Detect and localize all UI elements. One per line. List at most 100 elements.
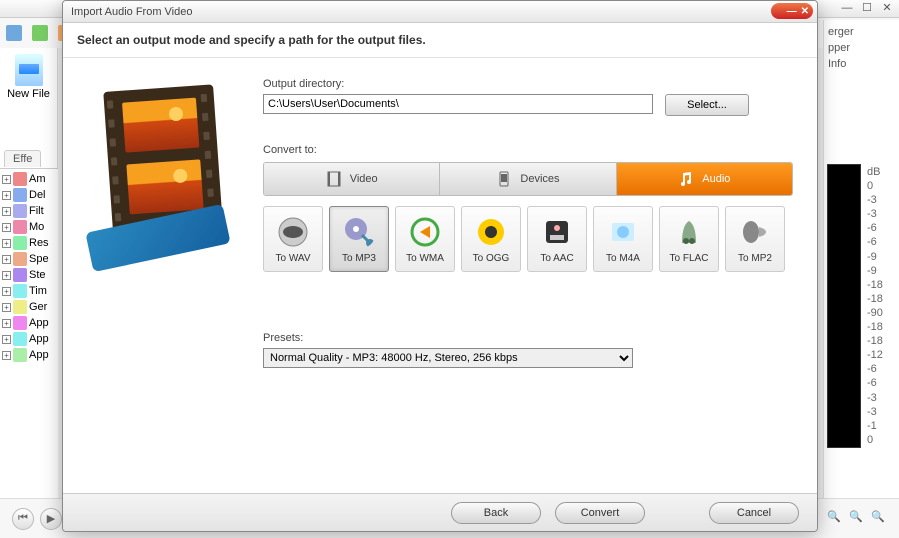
tree-item-icon — [13, 220, 27, 234]
tree-item-icon — [13, 268, 27, 282]
right-panel-label: Info — [828, 56, 895, 72]
tree-item[interactable]: +App — [2, 315, 56, 331]
tree-item[interactable]: +Tim — [2, 283, 56, 299]
convert-to-label: Convert to: — [263, 144, 793, 156]
toolbar-icon[interactable] — [6, 25, 22, 41]
minimize-icon: — — [787, 6, 797, 17]
convert-button[interactable]: Convert — [555, 502, 645, 524]
tree-expand-icon[interactable]: + — [2, 319, 11, 328]
format-to-m4a[interactable]: To M4A — [593, 206, 653, 272]
tree-item[interactable]: + Ger — [2, 299, 56, 315]
tree-expand-icon[interactable]: + — [2, 255, 11, 264]
format-icon — [738, 215, 772, 249]
tree-item-icon — [13, 316, 27, 330]
format-to-flac[interactable]: To FLAC — [659, 206, 719, 272]
level-meter — [827, 164, 861, 448]
tree-item[interactable]: + Am — [2, 171, 56, 187]
dialog-title: Import Audio From Video — [71, 6, 192, 18]
tree-expand-icon[interactable]: + — [2, 175, 11, 184]
format-icon — [408, 215, 442, 249]
tab-audio[interactable]: Audio — [617, 163, 792, 195]
dialog-titlebar: Import Audio From Video — ✕ — [63, 1, 817, 23]
tree-item[interactable]: +Ste — [2, 267, 56, 283]
format-to-wma[interactable]: To WMA — [395, 206, 455, 272]
effects-tab[interactable]: Effe — [4, 150, 41, 167]
zoom-fit-icon[interactable]: 🔍 — [869, 510, 887, 528]
tree-item-icon — [13, 284, 27, 298]
tree-item-label: Ger — [29, 301, 47, 313]
format-icon — [342, 215, 376, 249]
import-audio-dialog: Import Audio From Video — ✕ Select an ou… — [62, 0, 818, 532]
parent-close-icon[interactable]: ✕ — [881, 2, 893, 14]
tree-item-label: Mo — [29, 221, 44, 233]
tree-item-label: App — [29, 333, 49, 345]
new-file-label: New File — [0, 88, 57, 100]
close-icon: ✕ — [801, 6, 809, 17]
prev-button[interactable]: ⏮ — [12, 508, 34, 530]
format-icon — [540, 215, 574, 249]
meter-scale: dB0-3-3-6-6-9-9-18-18-90-18-18-12-6-6-3-… — [863, 164, 893, 448]
parent-min-icon[interactable]: — — [841, 2, 853, 14]
tree-item-label: Res — [29, 237, 49, 249]
format-icon — [276, 215, 310, 249]
cancel-button[interactable]: Cancel — [709, 502, 799, 524]
parent-max-icon[interactable]: ☐ — [861, 2, 873, 14]
tree-item-label: Del — [29, 189, 46, 201]
right-panel-label: pper — [828, 40, 895, 56]
select-dir-button[interactable]: Select... — [665, 94, 749, 116]
tree-expand-icon[interactable]: + — [2, 287, 11, 296]
format-label: To OGG — [473, 253, 510, 264]
tree-expand-icon[interactable]: + — [2, 271, 11, 280]
tree-expand-icon[interactable]: + — [2, 223, 11, 232]
format-to-mp3[interactable]: To MP3 — [329, 206, 389, 272]
format-to-mp2[interactable]: To MP2 — [725, 206, 785, 272]
tree-expand-icon[interactable]: + — [2, 207, 11, 216]
tree-item-label: Am — [29, 173, 46, 185]
tree-item[interactable]: + Del — [2, 187, 56, 203]
toolbar-icon[interactable] — [32, 25, 48, 41]
format-label: To MP2 — [738, 253, 772, 264]
tree-expand-icon[interactable]: + — [2, 303, 11, 312]
play-button[interactable]: ▶ — [40, 508, 62, 530]
zoom-out-icon[interactable]: 🔍 — [847, 510, 865, 528]
new-file-button[interactable]: New File — [0, 48, 57, 106]
tree-item[interactable]: + Spe — [2, 251, 56, 267]
tree-item-label: Filt — [29, 205, 44, 217]
tree-item-icon — [13, 348, 27, 362]
tree-expand-icon[interactable]: + — [2, 191, 11, 200]
format-to-ogg[interactable]: To OGG — [461, 206, 521, 272]
tree-expand-icon[interactable]: + — [2, 335, 11, 344]
convert-tabs: Video Devices Audio — [263, 162, 793, 196]
format-to-wav[interactable]: To WAV — [263, 206, 323, 272]
tree-item-icon — [13, 188, 27, 202]
tree-item[interactable]: + App — [2, 331, 56, 347]
format-to-aac[interactable]: To AAC — [527, 206, 587, 272]
tab-video[interactable]: Video — [264, 163, 440, 195]
tab-devices[interactable]: Devices — [440, 163, 616, 195]
dialog-footer: Back Convert Cancel — [63, 493, 817, 531]
tree-item[interactable]: + Filt — [2, 203, 56, 219]
music-note-icon — [678, 171, 694, 187]
tree-item[interactable]: + Res — [2, 235, 56, 251]
tree-expand-icon[interactable]: + — [2, 351, 11, 360]
tree-item-icon — [13, 252, 27, 266]
new-file-icon — [15, 54, 43, 86]
back-button[interactable]: Back — [451, 502, 541, 524]
tree-item-icon — [13, 300, 27, 314]
preset-select[interactable]: Normal Quality - MP3: 48000 Hz, Stereo, … — [263, 348, 633, 368]
zoom-in-icon[interactable]: 🔍 — [825, 510, 843, 528]
tree-expand-icon[interactable]: + — [2, 239, 11, 248]
tree-item-label: Spe — [29, 253, 49, 265]
effects-tree: +Am+Del+Filt+Mo+Res+Spe+Ste+Tim+Ger+App+… — [0, 168, 58, 498]
tree-item[interactable]: + Mo — [2, 219, 56, 235]
format-label: To MP3 — [342, 253, 376, 264]
tree-item[interactable]: +App — [2, 347, 56, 363]
tree-item-icon — [13, 172, 27, 186]
output-dir-input[interactable] — [263, 94, 653, 114]
output-dir-label: Output directory: — [263, 78, 793, 90]
device-icon — [496, 171, 512, 187]
format-icon — [672, 215, 706, 249]
format-icon — [474, 215, 508, 249]
dialog-close-button[interactable]: — ✕ — [771, 3, 813, 19]
format-label: To FLAC — [670, 253, 709, 264]
